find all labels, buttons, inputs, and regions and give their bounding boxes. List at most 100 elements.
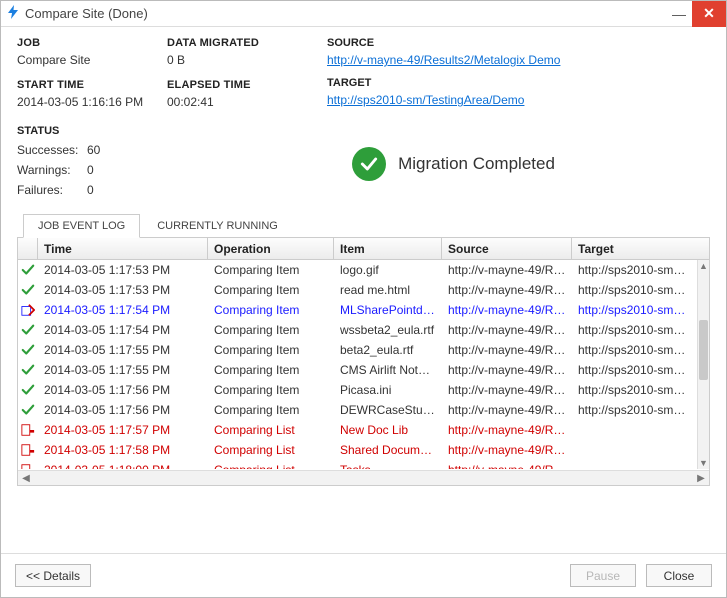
row-status-icon (18, 403, 38, 417)
cell-target: http://sps2010-sm/Testing (572, 383, 692, 397)
cell-source: http://v-mayne-49/Result... (442, 363, 572, 377)
cell-time: 2014-03-05 1:17:55 PM (38, 363, 208, 377)
row-status-icon (18, 423, 38, 437)
scroll-down-icon[interactable]: ▼ (698, 457, 709, 469)
cell-source: http://v-mayne-49/Result... (442, 283, 572, 297)
cell-source: http://v-mayne-49/Results... (442, 463, 572, 469)
scroll-right-icon[interactable]: ▶ (694, 473, 708, 484)
table-row[interactable]: 2014-03-05 1:17:53 PMComparing Itemread … (18, 280, 697, 300)
cell-time: 2014-03-05 1:18:00 PM (38, 463, 208, 469)
status-row: Failures:0 (17, 183, 197, 197)
status-text: Migration Completed (398, 154, 555, 174)
tab-job-event-log[interactable]: JOB EVENT LOG (23, 214, 140, 238)
tabstrip: JOB EVENT LOG CURRENTLY RUNNING (17, 213, 710, 238)
cell-source: http://v-mayne-49/Results... (442, 423, 572, 437)
source-label: SOURCE (327, 37, 710, 49)
cell-operation: Comparing List (208, 423, 334, 437)
minimize-button[interactable]: — (666, 6, 692, 22)
table-row[interactable]: 2014-03-05 1:17:53 PMComparing Itemlogo.… (18, 260, 697, 280)
cell-item: DEWRCaseStudy... (334, 403, 442, 417)
col-operation[interactable]: Operation (208, 238, 334, 259)
row-status-icon (18, 463, 38, 469)
cell-source: http://v-mayne-49/Result... (442, 323, 572, 337)
horizontal-scrollbar[interactable]: ◀ ▶ (18, 470, 709, 485)
table-row[interactable]: 2014-03-05 1:17:54 PMComparing ItemMLSha… (18, 300, 697, 320)
row-status-icon (18, 283, 38, 297)
col-item[interactable]: Item (334, 238, 442, 259)
start-time-value: 2014-03-05 1:16:16 PM (17, 95, 167, 109)
table-row[interactable]: 2014-03-05 1:18:00 PMComparing ListTasks… (18, 460, 697, 469)
cell-item: read me.html (334, 283, 442, 297)
scroll-up-icon[interactable]: ▲ (698, 260, 709, 272)
cell-operation: Comparing List (208, 443, 334, 457)
col-time[interactable]: Time (38, 238, 208, 259)
source-link[interactable]: http://v-mayne-49/Results2/Metalogix Dem… (327, 53, 560, 67)
cell-item: CMS Airlift Notes... (334, 363, 442, 377)
tab-currently-running[interactable]: CURRENTLY RUNNING (142, 214, 293, 238)
status-row: Successes:60 (17, 143, 197, 157)
table-row[interactable]: 2014-03-05 1:17:55 PMComparing Itembeta2… (18, 340, 697, 360)
table-row[interactable]: 2014-03-05 1:17:54 PMComparing Itemwssbe… (18, 320, 697, 340)
cell-time: 2014-03-05 1:17:56 PM (38, 403, 208, 417)
event-log-table: Time Operation Item Source Target 2014-0… (17, 238, 710, 486)
row-status-icon (18, 343, 38, 357)
cell-source: http://v-mayne-49/Result... (442, 383, 572, 397)
row-status-icon (18, 263, 38, 277)
window-title: Compare Site (Done) (25, 6, 148, 21)
table-row[interactable]: 2014-03-05 1:17:57 PMComparing ListNew D… (18, 420, 697, 440)
cell-item: Picasa.ini (334, 383, 442, 397)
start-time-label: START TIME (17, 79, 167, 91)
elapsed-time-label: ELAPSED TIME (167, 79, 317, 91)
pause-button[interactable]: Pause (570, 564, 636, 587)
titlebar: Compare Site (Done) — ✕ (1, 1, 726, 27)
status-key: Warnings: (17, 163, 87, 177)
cell-source: http://v-mayne-49/Results... (442, 443, 572, 457)
cell-source: http://v-mayne-49/Result... (442, 263, 572, 277)
status-row: Warnings:0 (17, 163, 197, 177)
row-status-icon (18, 323, 38, 337)
row-status-icon (18, 443, 38, 457)
app-icon (7, 5, 19, 22)
footer: << Details Pause Close (1, 553, 726, 597)
close-window-button[interactable]: ✕ (692, 1, 726, 27)
data-migrated-label: DATA MIGRATED (167, 37, 317, 49)
row-status-icon (18, 383, 38, 397)
cell-operation: Comparing Item (208, 363, 334, 377)
cell-operation: Comparing Item (208, 303, 334, 317)
status-value: 60 (87, 143, 117, 157)
status-banner: Migration Completed (197, 125, 710, 203)
cell-item: Tasks (334, 463, 442, 469)
cell-time: 2014-03-05 1:17:53 PM (38, 283, 208, 297)
cell-source: http://v-mayne-49/Result... (442, 403, 572, 417)
close-button[interactable]: Close (646, 564, 712, 587)
status-value: 0 (87, 163, 117, 177)
cell-operation: Comparing Item (208, 263, 334, 277)
table-row[interactable]: 2014-03-05 1:17:55 PMComparing ItemCMS A… (18, 360, 697, 380)
status-label: STATUS (17, 125, 197, 137)
cell-time: 2014-03-05 1:17:54 PM (38, 303, 208, 317)
cell-item: wssbeta2_eula.rtf (334, 323, 442, 337)
col-target[interactable]: Target (572, 238, 692, 259)
target-link[interactable]: http://sps2010-sm/TestingArea/Demo (327, 93, 524, 107)
details-button[interactable]: << Details (15, 564, 91, 587)
col-source[interactable]: Source (442, 238, 572, 259)
cell-target: http://sps2010-sm/Testing (572, 343, 692, 357)
cell-time: 2014-03-05 1:17:54 PM (38, 323, 208, 337)
vertical-scrollbar[interactable]: ▲ ▼ (697, 260, 709, 469)
cell-item: logo.gif (334, 263, 442, 277)
table-row[interactable]: 2014-03-05 1:17:58 PMComparing ListShare… (18, 440, 697, 460)
table-row[interactable]: 2014-03-05 1:17:56 PMComparing ItemDEWRC… (18, 400, 697, 420)
status-value: 0 (87, 183, 117, 197)
cell-operation: Comparing Item (208, 383, 334, 397)
cell-item: New Doc Lib (334, 423, 442, 437)
cell-target: http://sps2010-sm/Testing (572, 303, 692, 317)
cell-time: 2014-03-05 1:17:57 PM (38, 423, 208, 437)
cell-time: 2014-03-05 1:17:56 PM (38, 383, 208, 397)
status-key: Failures: (17, 183, 87, 197)
scroll-left-icon[interactable]: ◀ (19, 473, 33, 484)
col-icon[interactable] (18, 238, 38, 259)
scrollbar-thumb[interactable] (699, 320, 708, 380)
row-status-icon (18, 363, 38, 377)
cell-item: beta2_eula.rtf (334, 343, 442, 357)
table-row[interactable]: 2014-03-05 1:17:56 PMComparing ItemPicas… (18, 380, 697, 400)
